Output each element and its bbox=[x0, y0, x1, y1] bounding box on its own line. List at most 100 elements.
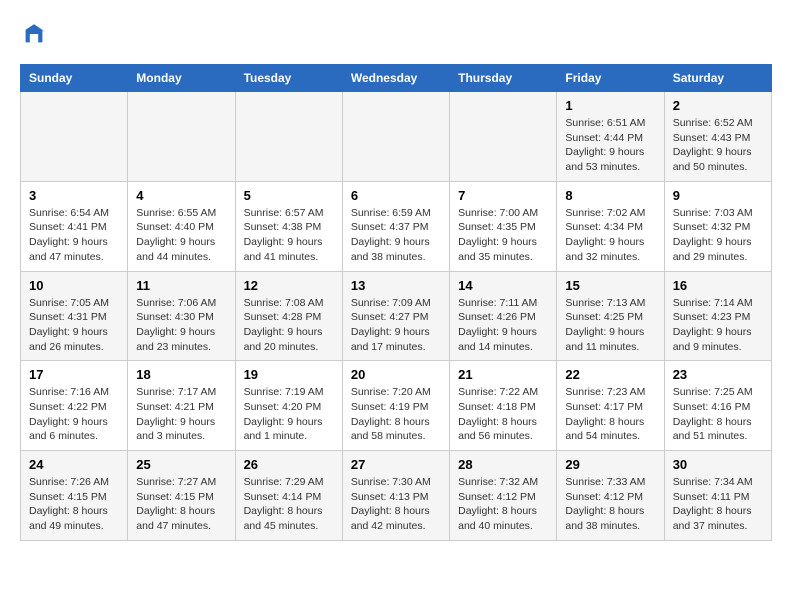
day-info: Sunrise: 7:03 AM Sunset: 4:32 PM Dayligh… bbox=[673, 206, 763, 265]
calendar-cell bbox=[342, 92, 449, 182]
day-info: Sunrise: 7:08 AM Sunset: 4:28 PM Dayligh… bbox=[244, 296, 334, 355]
day-number: 28 bbox=[458, 457, 548, 472]
day-info: Sunrise: 6:51 AM Sunset: 4:44 PM Dayligh… bbox=[565, 116, 655, 175]
calendar-cell: 3 Sunrise: 6:54 AM Sunset: 4:41 PM Daylig… bbox=[21, 181, 128, 271]
day-info: Sunrise: 7:13 AM Sunset: 4:25 PM Dayligh… bbox=[565, 296, 655, 355]
day-info: Sunrise: 6:59 AM Sunset: 4:37 PM Dayligh… bbox=[351, 206, 441, 265]
day-info: Sunrise: 7:23 AM Sunset: 4:17 PM Dayligh… bbox=[565, 385, 655, 444]
calendar-cell: 1 Sunrise: 6:51 AM Sunset: 4:44 PM Daylig… bbox=[557, 92, 664, 182]
day-number: 1 bbox=[565, 98, 655, 113]
calendar-cell: 27 Sunrise: 7:30 AM Sunset: 4:13 PM Dayli… bbox=[342, 451, 449, 541]
day-number: 30 bbox=[673, 457, 763, 472]
day-info: Sunrise: 7:26 AM Sunset: 4:15 PM Dayligh… bbox=[29, 475, 119, 534]
calendar-cell: 16Sunrise: 7:14 AM Sunset: 4:23 PM Dayli… bbox=[664, 271, 771, 361]
day-info: Sunrise: 7:09 AM Sunset: 4:27 PM Dayligh… bbox=[351, 296, 441, 355]
weekday-header-tuesday: Tuesday bbox=[235, 65, 342, 92]
calendar-cell bbox=[128, 92, 235, 182]
weekday-header-wednesday: Wednesday bbox=[342, 65, 449, 92]
calendar-cell bbox=[235, 92, 342, 182]
calendar-cell: 26 Sunrise: 7:29 AM Sunset: 4:14 PM Dayli… bbox=[235, 451, 342, 541]
day-number: 21 bbox=[458, 367, 548, 382]
day-number: 17 bbox=[29, 367, 119, 382]
calendar-cell bbox=[450, 92, 557, 182]
weekday-header-thursday: Thursday bbox=[450, 65, 557, 92]
day-number: 14 bbox=[458, 278, 548, 293]
calendar-table: SundayMondayTuesdayWednesdayThursdayFrid… bbox=[20, 64, 772, 541]
calendar-week-row: 10 Sunrise: 7:05 AM Sunset: 4:31 PM Dayli… bbox=[21, 271, 772, 361]
day-number: 4 bbox=[136, 188, 226, 203]
day-info: Sunrise: 7:20 AM Sunset: 4:19 PM Dayligh… bbox=[351, 385, 441, 444]
calendar-cell: 18 Sunrise: 7:17 AM Sunset: 4:21 PM Dayli… bbox=[128, 361, 235, 451]
logo-icon bbox=[20, 20, 48, 48]
day-number: 25 bbox=[136, 457, 226, 472]
day-number: 18 bbox=[136, 367, 226, 382]
weekday-header-monday: Monday bbox=[128, 65, 235, 92]
day-info: Sunrise: 7:29 AM Sunset: 4:14 PM Dayligh… bbox=[244, 475, 334, 534]
calendar-cell: 13 Sunrise: 7:09 AM Sunset: 4:27 PM Dayli… bbox=[342, 271, 449, 361]
calendar-cell: 28 Sunrise: 7:32 AM Sunset: 4:12 PM Dayli… bbox=[450, 451, 557, 541]
day-number: 2 bbox=[673, 98, 763, 113]
calendar-cell: 10 Sunrise: 7:05 AM Sunset: 4:31 PM Dayli… bbox=[21, 271, 128, 361]
day-info: Sunrise: 7:02 AM Sunset: 4:34 PM Dayligh… bbox=[565, 206, 655, 265]
calendar-cell: 21 Sunrise: 7:22 AM Sunset: 4:18 PM Dayli… bbox=[450, 361, 557, 451]
day-number: 23 bbox=[673, 367, 763, 382]
day-number: 11 bbox=[136, 278, 226, 293]
day-info: Sunrise: 7:22 AM Sunset: 4:18 PM Dayligh… bbox=[458, 385, 548, 444]
day-number: 19 bbox=[244, 367, 334, 382]
calendar-week-row: 1 Sunrise: 6:51 AM Sunset: 4:44 PM Daylig… bbox=[21, 92, 772, 182]
calendar-cell: 29 Sunrise: 7:33 AM Sunset: 4:12 PM Dayli… bbox=[557, 451, 664, 541]
day-number: 7 bbox=[458, 188, 548, 203]
calendar-cell: 7Sunrise: 7:00 AM Sunset: 4:35 PM Daylig… bbox=[450, 181, 557, 271]
day-info: Sunrise: 7:30 AM Sunset: 4:13 PM Dayligh… bbox=[351, 475, 441, 534]
day-info: Sunrise: 6:57 AM Sunset: 4:38 PM Dayligh… bbox=[244, 206, 334, 265]
day-number: 3 bbox=[29, 188, 119, 203]
calendar-cell bbox=[21, 92, 128, 182]
day-number: 8 bbox=[565, 188, 655, 203]
calendar-cell: 15Sunrise: 7:13 AM Sunset: 4:25 PM Dayli… bbox=[557, 271, 664, 361]
calendar-cell: 8 Sunrise: 7:02 AM Sunset: 4:34 PM Daylig… bbox=[557, 181, 664, 271]
day-info: Sunrise: 7:34 AM Sunset: 4:11 PM Dayligh… bbox=[673, 475, 763, 534]
page-header bbox=[20, 20, 772, 48]
day-number: 26 bbox=[244, 457, 334, 472]
calendar-cell: 25 Sunrise: 7:27 AM Sunset: 4:15 PM Dayli… bbox=[128, 451, 235, 541]
calendar-cell: 30 Sunrise: 7:34 AM Sunset: 4:11 PM Dayli… bbox=[664, 451, 771, 541]
day-number: 6 bbox=[351, 188, 441, 203]
calendar-week-row: 3 Sunrise: 6:54 AM Sunset: 4:41 PM Daylig… bbox=[21, 181, 772, 271]
calendar-cell: 2 Sunrise: 6:52 AM Sunset: 4:43 PM Daylig… bbox=[664, 92, 771, 182]
day-number: 27 bbox=[351, 457, 441, 472]
day-info: Sunrise: 7:06 AM Sunset: 4:30 PM Dayligh… bbox=[136, 296, 226, 355]
weekday-header-sunday: Sunday bbox=[21, 65, 128, 92]
day-number: 10 bbox=[29, 278, 119, 293]
day-number: 29 bbox=[565, 457, 655, 472]
weekday-header-saturday: Saturday bbox=[664, 65, 771, 92]
calendar-cell: 20 Sunrise: 7:20 AM Sunset: 4:19 PM Dayli… bbox=[342, 361, 449, 451]
calendar-cell: 11 Sunrise: 7:06 AM Sunset: 4:30 PM Dayli… bbox=[128, 271, 235, 361]
day-info: Sunrise: 7:17 AM Sunset: 4:21 PM Dayligh… bbox=[136, 385, 226, 444]
day-number: 20 bbox=[351, 367, 441, 382]
calendar-cell: 4Sunrise: 6:55 AM Sunset: 4:40 PM Daylig… bbox=[128, 181, 235, 271]
day-info: Sunrise: 6:52 AM Sunset: 4:43 PM Dayligh… bbox=[673, 116, 763, 175]
calendar-cell: 22 Sunrise: 7:23 AM Sunset: 4:17 PM Dayli… bbox=[557, 361, 664, 451]
day-info: Sunrise: 7:27 AM Sunset: 4:15 PM Dayligh… bbox=[136, 475, 226, 534]
calendar-cell: 19Sunrise: 7:19 AM Sunset: 4:20 PM Dayli… bbox=[235, 361, 342, 451]
day-number: 9 bbox=[673, 188, 763, 203]
day-info: Sunrise: 7:32 AM Sunset: 4:12 PM Dayligh… bbox=[458, 475, 548, 534]
day-number: 5 bbox=[244, 188, 334, 203]
calendar-cell: 12Sunrise: 7:08 AM Sunset: 4:28 PM Dayli… bbox=[235, 271, 342, 361]
day-number: 22 bbox=[565, 367, 655, 382]
calendar-cell: 6 Sunrise: 6:59 AM Sunset: 4:37 PM Daylig… bbox=[342, 181, 449, 271]
calendar-cell: 9 Sunrise: 7:03 AM Sunset: 4:32 PM Daylig… bbox=[664, 181, 771, 271]
calendar-cell: 17 Sunrise: 7:16 AM Sunset: 4:22 PM Dayli… bbox=[21, 361, 128, 451]
day-info: Sunrise: 6:54 AM Sunset: 4:41 PM Dayligh… bbox=[29, 206, 119, 265]
logo bbox=[20, 20, 52, 48]
calendar-cell: 24Sunrise: 7:26 AM Sunset: 4:15 PM Dayli… bbox=[21, 451, 128, 541]
day-number: 13 bbox=[351, 278, 441, 293]
weekday-header-friday: Friday bbox=[557, 65, 664, 92]
day-info: Sunrise: 7:05 AM Sunset: 4:31 PM Dayligh… bbox=[29, 296, 119, 355]
calendar-week-row: 17 Sunrise: 7:16 AM Sunset: 4:22 PM Dayli… bbox=[21, 361, 772, 451]
day-info: Sunrise: 7:14 AM Sunset: 4:23 PM Dayligh… bbox=[673, 296, 763, 355]
day-info: Sunrise: 7:16 AM Sunset: 4:22 PM Dayligh… bbox=[29, 385, 119, 444]
day-info: Sunrise: 7:33 AM Sunset: 4:12 PM Dayligh… bbox=[565, 475, 655, 534]
calendar-week-row: 24Sunrise: 7:26 AM Sunset: 4:15 PM Dayli… bbox=[21, 451, 772, 541]
calendar-cell: 5 Sunrise: 6:57 AM Sunset: 4:38 PM Daylig… bbox=[235, 181, 342, 271]
